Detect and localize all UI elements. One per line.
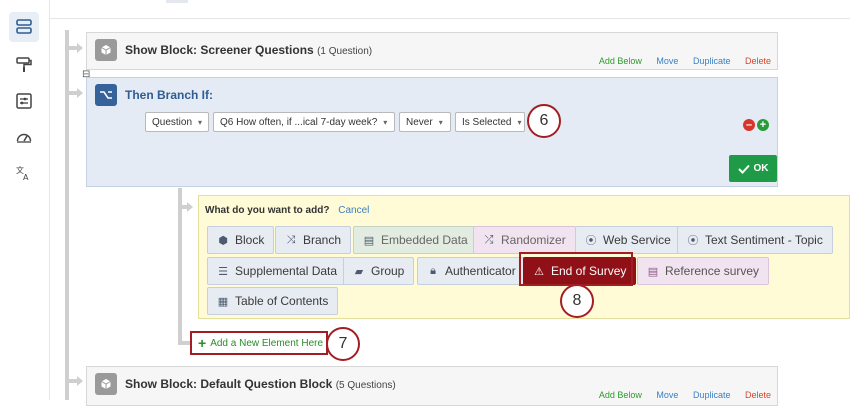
cancel-link[interactable]: Cancel xyxy=(338,205,369,216)
options-icon[interactable] xyxy=(9,86,39,116)
flow-arrow xyxy=(77,376,83,386)
condition-type-select[interactable]: Question ▾ xyxy=(145,112,209,132)
delete-link[interactable]: Delete xyxy=(745,390,771,400)
flow-arrow xyxy=(77,88,83,98)
branch-title: Then Branch If: xyxy=(125,88,214,102)
flow-connector xyxy=(65,379,77,383)
block-actions: Add Below Move Duplicate Delete xyxy=(587,56,771,66)
flow-connector xyxy=(178,205,187,209)
add-randomizer-option[interactable]: ⤮ Randomizer xyxy=(473,226,576,254)
add-supplemental-data-option[interactable]: ☰ Supplemental Data xyxy=(207,257,348,285)
gauge-icon[interactable] xyxy=(9,122,39,152)
add-prompt: What do you want to add? Cancel xyxy=(205,205,370,216)
add-web-service-option[interactable]: ⦿ Web Service xyxy=(575,226,681,254)
cube-icon xyxy=(95,373,117,395)
translate-icon[interactable]: 文A xyxy=(9,158,39,188)
top-tab-marker xyxy=(166,0,188,3)
lock-icon: 🔒︎ xyxy=(430,264,436,277)
block-default[interactable]: Show Block: Default Question Block (5 Qu… xyxy=(86,366,778,406)
plus-icon: + xyxy=(198,335,207,351)
cube-icon xyxy=(95,39,117,61)
database-icon: ☰ xyxy=(218,265,228,278)
shuffle-icon: ⤮ xyxy=(484,233,494,246)
choice-select[interactable]: Never ▾ xyxy=(399,112,451,132)
block-title: Show Block: Screener Questions (1 Questi… xyxy=(125,43,373,57)
add-block-option[interactable]: ⬢ Block xyxy=(207,226,275,254)
duplicate-link[interactable]: Duplicate xyxy=(693,56,731,66)
question-select[interactable]: Q6 How often, if ...ical 7-day week? ▾ xyxy=(213,112,395,132)
folder-icon: ▰ xyxy=(354,265,364,278)
add-embedded-data-option[interactable]: ▤ Embedded Data xyxy=(353,226,478,254)
flow-line-nested xyxy=(178,188,182,344)
flow-line-main xyxy=(65,30,69,400)
add-group-option[interactable]: ▰ Group xyxy=(343,257,415,285)
branch-block[interactable]: Then Branch If: Question ▾ Q6 How often, … xyxy=(86,77,778,187)
flow-connector xyxy=(65,46,77,50)
web-service-icon: ⦿ xyxy=(585,235,597,247)
operator-select[interactable]: Is Selected ▾ xyxy=(455,112,525,132)
add-new-element-button[interactable]: + Add a New Element Here xyxy=(190,331,328,355)
add-branch-option[interactable]: ⤨ Branch xyxy=(275,226,352,254)
remove-condition-button[interactable]: – xyxy=(743,119,755,131)
svg-text:A: A xyxy=(23,173,29,182)
callout-6: 6 xyxy=(527,104,561,138)
cube-icon: ⬢ xyxy=(218,234,228,247)
block-screener[interactable]: Show Block: Screener Questions (1 Questi… xyxy=(86,32,778,70)
end-of-survey-highlight xyxy=(519,252,633,286)
add-reference-survey-option[interactable]: ▤ Reference survey xyxy=(637,257,770,285)
table-of-contents-icon: ▦ xyxy=(217,295,229,308)
ok-button[interactable]: OK xyxy=(729,155,777,182)
block-title: Show Block: Default Question Block (5 Qu… xyxy=(125,377,396,391)
flow-connector xyxy=(178,341,190,345)
question-count: (1 Question) xyxy=(317,46,373,57)
add-condition-button[interactable]: + xyxy=(757,119,769,131)
branch-icon: ⤨ xyxy=(286,233,296,246)
callout-8: 8 xyxy=(560,284,594,318)
flow-arrow xyxy=(187,202,193,212)
add-below-link[interactable]: Add Below xyxy=(599,56,642,66)
survey-flow-icon[interactable] xyxy=(9,12,39,42)
add-below-link[interactable]: Add Below xyxy=(599,390,642,400)
embedded-data-icon: ▤ xyxy=(363,234,375,247)
move-link[interactable]: Move xyxy=(656,390,678,400)
left-rail: 文A xyxy=(0,0,50,400)
delete-link[interactable]: Delete xyxy=(745,56,771,66)
paint-roller-icon[interactable] xyxy=(9,50,39,80)
clipboard-icon: ▤ xyxy=(647,265,659,278)
add-authenticator-option[interactable]: 🔒︎ Authenticator xyxy=(417,257,526,285)
callout-7: 7 xyxy=(326,327,360,361)
flow-connector xyxy=(65,91,77,95)
add-table-of-contents-option[interactable]: ▦ Table of Contents xyxy=(207,287,339,315)
top-divider xyxy=(50,18,850,19)
block-actions: Add Below Move Duplicate Delete xyxy=(587,390,771,400)
move-link[interactable]: Move xyxy=(656,56,678,66)
add-text-sentiment-option[interactable]: ⦿ Text Sentiment - Topic xyxy=(677,226,833,254)
duplicate-link[interactable]: Duplicate xyxy=(693,390,731,400)
check-icon xyxy=(737,164,750,174)
text-sentiment-icon: ⦿ xyxy=(687,235,699,247)
flow-arrow xyxy=(77,43,83,53)
question-count: (5 Questions) xyxy=(335,380,396,391)
branch-icon xyxy=(95,84,117,106)
